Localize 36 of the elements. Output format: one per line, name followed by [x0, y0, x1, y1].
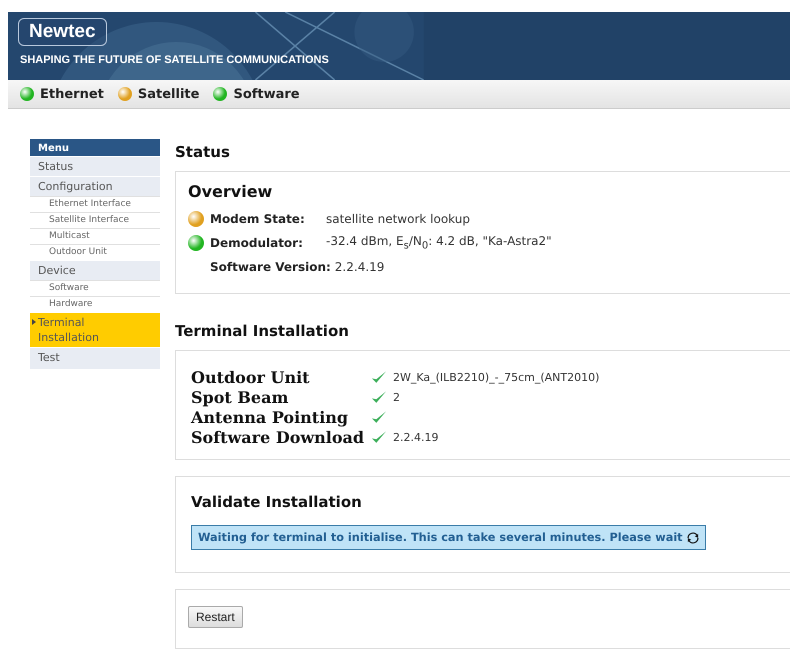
submenu-item[interactable]: Hardware: [30, 296, 160, 312]
step-value: 2: [393, 390, 400, 404]
menu-item[interactable]: Terminal Installation: [30, 312, 160, 347]
field-label: Modem State:: [210, 212, 306, 226]
field-label: Demodulator:: [210, 236, 304, 250]
submenu-item[interactable]: Multicast: [30, 228, 160, 244]
arrow-icon: [32, 319, 36, 325]
step-label: Software Download: [191, 428, 366, 446]
section-title: Terminal Installation: [175, 322, 350, 340]
submenu-item[interactable]: Software: [30, 280, 160, 296]
restart-button[interactable]: Restart: [188, 606, 243, 628]
status-label: Ethernet: [40, 86, 104, 102]
submenu-item[interactable]: Satellite Interface: [30, 212, 160, 228]
submenu-item[interactable]: Ethernet Interface: [30, 196, 160, 212]
panel-title: Overview: [188, 182, 274, 201]
menu-item[interactable]: Test: [30, 347, 160, 367]
tagline: SHAPING THE FUTURE OF SATELLITE COMMUNICATIONS: [20, 54, 330, 66]
logo: Newtec: [18, 18, 107, 46]
field-value: satellite network lookup: [326, 212, 470, 226]
status-label: Satellite: [138, 86, 200, 102]
menu-item[interactable]: Status: [30, 156, 160, 176]
panel-title: Validate Installation: [191, 493, 363, 511]
step-label: Outdoor Unit: [191, 368, 311, 386]
step-label: Antenna Pointing: [191, 408, 350, 426]
submenu-item[interactable]: Outdoor Unit: [30, 244, 160, 260]
refresh-icon: [686, 532, 699, 544]
page-title: Status: [175, 143, 231, 161]
field-value: 2.2.4.19: [334, 260, 384, 274]
step-label: Spot Beam: [191, 388, 290, 406]
step-value: 2.2.4.19: [393, 430, 438, 444]
message-text: Waiting for terminal to initialise. This can take several minutes. Please wait: [198, 531, 683, 544]
field-label: Software Version:: [210, 260, 331, 274]
menu-title: Menu: [30, 139, 160, 156]
field-value: -32.4 dBm, E$_{s}$/N$_{0}$: 4.2 dB, "Ka-Astra2": [326, 234, 552, 252]
status-label: Software: [233, 86, 300, 102]
step-value: 2W_Ka_(ILB2210)_-_75cm_(ANT2010): [393, 370, 600, 384]
